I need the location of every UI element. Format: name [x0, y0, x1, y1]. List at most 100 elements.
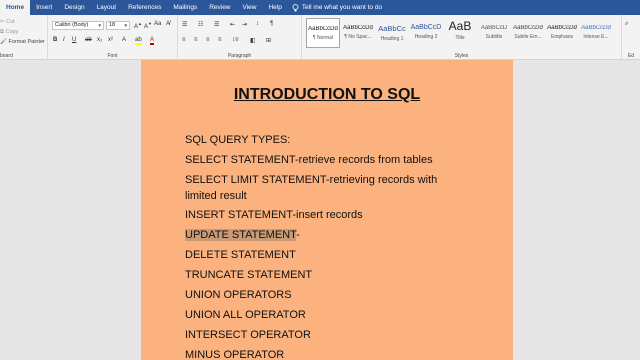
doc-line: SELECT STATEMENT-retrieve records from t…	[185, 154, 433, 166]
copy-label: Copy	[5, 29, 19, 35]
style-name: Emphasis	[551, 34, 573, 40]
font-group-label: Font	[107, 53, 118, 59]
style-name: Subtle Em...	[514, 34, 542, 40]
chevron-down-icon: ▼	[123, 23, 128, 28]
chevron-down-icon: ▼	[97, 23, 102, 28]
document-page[interactable]: INTRODUCTION TO SQL SQL QUERY TYPES: SEL…	[141, 60, 513, 360]
font-color-icon[interactable]: A	[150, 37, 155, 45]
decrease-indent-icon[interactable]: ⇤	[230, 21, 235, 28]
style-name: Heading 2	[414, 34, 438, 40]
find-icon[interactable]: ⌕	[625, 21, 628, 28]
align-left-icon[interactable]: ≡	[182, 37, 186, 43]
subscript-icon[interactable]: x₂	[97, 37, 102, 43]
increase-indent-icon[interactable]: ⇥	[242, 21, 247, 28]
ribbon-home: ✂ Cut ⧉ Copy 🖌 Format Painter board Cali…	[0, 15, 640, 60]
bold-icon[interactable]: B	[53, 37, 57, 43]
style-title[interactable]: AaB Title	[443, 18, 477, 48]
sort-icon[interactable]: ↕	[256, 21, 259, 27]
style-normal[interactable]: AaBbCcDd ¶ Normal	[306, 18, 340, 48]
style-sample: AaBbCcDd	[581, 25, 611, 31]
doc-line-update: UPDATE STATEMENT-	[185, 227, 465, 243]
underline-icon[interactable]: U	[72, 37, 76, 43]
tell-me-text: Tell me what you want to do	[301, 4, 383, 11]
tab-mailings[interactable]: Mailings	[167, 0, 203, 15]
borders-icon[interactable]: ⊞	[266, 37, 271, 44]
show-formatting-icon[interactable]: ¶	[270, 21, 273, 27]
style-subtitle[interactable]: AaBbCcD Subtitle	[477, 18, 511, 48]
tab-design[interactable]: Design	[58, 0, 90, 15]
style-emphasis[interactable]: AaBbCcDd Emphasis	[545, 18, 579, 48]
doc-line: INSERT STATEMENT-insert records	[185, 209, 363, 221]
tab-references[interactable]: References	[122, 0, 167, 15]
font-size-value: 18	[109, 22, 116, 28]
doc-line: INTERSECT OPERATOR	[185, 329, 311, 341]
style-sample: AaBbCc	[378, 24, 406, 33]
italic-icon[interactable]: I	[63, 37, 65, 43]
cut-label: Cut	[6, 19, 15, 25]
highlight-color-icon[interactable]: ab	[135, 37, 142, 45]
style-intense-emphasis[interactable]: AaBbCcDd Intense E...	[579, 18, 613, 48]
align-center-icon[interactable]: ≡	[194, 37, 198, 43]
style-sample: AaBbCcDd	[513, 25, 543, 31]
tab-home[interactable]: Home	[0, 0, 31, 15]
clipboard-group: ✂ Cut ⧉ Copy 🖌 Format Painter board	[0, 15, 48, 60]
doc-line: SQL QUERY TYPES:	[185, 134, 291, 146]
style-name: ¶ No Spac...	[344, 34, 372, 40]
line-spacing-icon[interactable]: ↕≡	[232, 37, 239, 43]
multilevel-list-icon[interactable]: ☰	[214, 21, 219, 28]
text-effects-icon[interactable]: A	[122, 37, 126, 43]
style-heading-2[interactable]: AaBbCcD Heading 2	[409, 18, 443, 48]
lightbulb-icon	[292, 3, 299, 11]
style-name: Title	[455, 35, 465, 41]
numbering-icon[interactable]: ☷	[198, 21, 203, 28]
font-name-box[interactable]: Calibri (Body) ▼	[52, 21, 104, 30]
superscript-icon[interactable]: x²	[108, 37, 113, 43]
format-painter-button[interactable]: 🖌 Format Painter	[0, 39, 45, 45]
editing-group-label: Ed	[627, 53, 635, 59]
doc-line: MINUS OPERATOR	[185, 349, 285, 360]
shrink-font-icon[interactable]: A▼	[144, 21, 152, 30]
justify-icon[interactable]: ≡	[218, 37, 222, 43]
scissors-icon: ✂	[0, 19, 5, 25]
strikethrough-icon[interactable]: ab	[85, 37, 92, 43]
document-canvas: INTRODUCTION TO SQL SQL QUERY TYPES: SEL…	[0, 60, 640, 360]
align-right-icon[interactable]: ≡	[206, 37, 210, 43]
tell-me-search[interactable]: Tell me what you want to do	[292, 3, 383, 12]
font-size-box[interactable]: 18 ▼	[106, 21, 130, 30]
selected-text[interactable]: UPDATE STATEMENT	[185, 229, 297, 241]
style-no-spacing[interactable]: AaBbCcDd ¶ No Spac...	[341, 18, 375, 48]
copy-button[interactable]: ⧉ Copy	[0, 29, 18, 36]
bullets-icon[interactable]: ☰	[182, 21, 187, 28]
paintbrush-icon: 🖌	[0, 39, 7, 45]
doc-line: TRUNCATE STATEMENT	[185, 269, 313, 281]
doc-line-suffix: -	[296, 229, 300, 241]
tab-review[interactable]: Review	[203, 0, 236, 15]
tab-view[interactable]: View	[237, 0, 263, 15]
style-sample: AaBbCcDd	[308, 26, 338, 32]
tab-help[interactable]: Help	[262, 0, 287, 15]
tab-insert[interactable]: Insert	[30, 0, 58, 15]
cut-button[interactable]: ✂ Cut	[0, 19, 15, 25]
copy-icon: ⧉	[0, 29, 4, 35]
font-name-value: Calibri (Body)	[55, 22, 89, 28]
style-sample: AaBbCcDd	[547, 25, 577, 31]
grow-font-icon[interactable]: A▲	[134, 21, 142, 30]
style-heading-1[interactable]: AaBbCc Heading 1	[375, 18, 409, 48]
style-name: ¶ Normal	[312, 35, 334, 41]
doc-line: DELETE STATEMENT	[185, 249, 296, 261]
change-case-icon[interactable]: Aa	[154, 21, 161, 27]
style-name: Intense E...	[583, 34, 609, 40]
doc-line: UNION ALL OPERATOR	[185, 309, 306, 321]
doc-line: UNION OPERATORS	[185, 289, 292, 301]
style-subtle-emphasis[interactable]: AaBbCcDd Subtle Em...	[511, 18, 545, 48]
clipboard-group-label: board	[0, 53, 13, 59]
styles-group-label: Styles	[454, 53, 469, 59]
tab-layout[interactable]: Layout	[91, 0, 123, 15]
clear-formatting-icon[interactable]: A̸	[166, 21, 170, 27]
style-name: Heading 1	[380, 36, 404, 42]
style-sample: AaB	[448, 19, 472, 33]
paragraph-group: ☰ ☷ ☰ ⇤ ⇥ ↕ ¶ ≡ ≡ ≡ ≡ ↕≡ ◧ ⊞ Paragraph	[178, 15, 302, 60]
shading-icon[interactable]: ◧	[250, 37, 256, 44]
style-name: Subtitle	[485, 34, 503, 40]
style-sample: AaBbCcD	[410, 24, 442, 31]
